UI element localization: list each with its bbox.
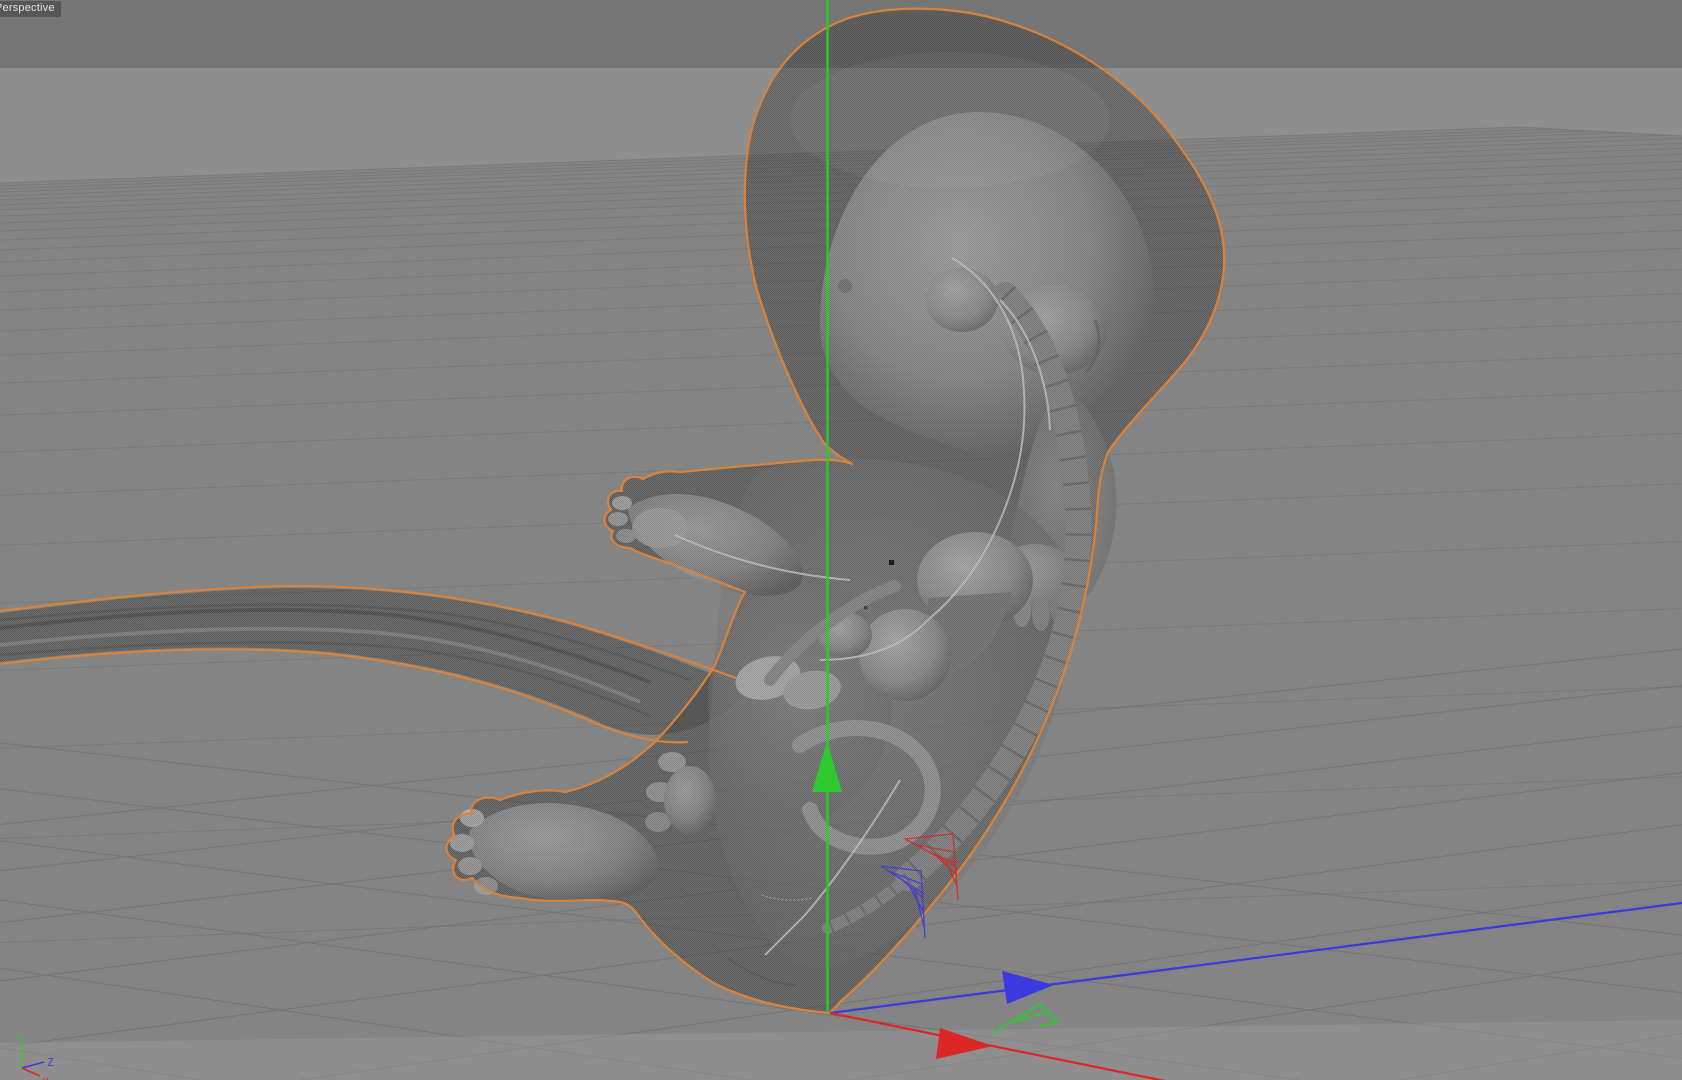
viewport-canvas[interactable]: Y Z X <box>0 0 1682 1080</box>
viewport-3d[interactable]: Y Z X Perspective <box>0 0 1682 1080</box>
camera-view-label[interactable]: Perspective <box>0 1 61 17</box>
axis-y-label: Y <box>17 1033 24 1046</box>
axis-z-label: Z <box>47 1056 54 1069</box>
axis-x-label: X <box>42 1076 49 1080</box>
